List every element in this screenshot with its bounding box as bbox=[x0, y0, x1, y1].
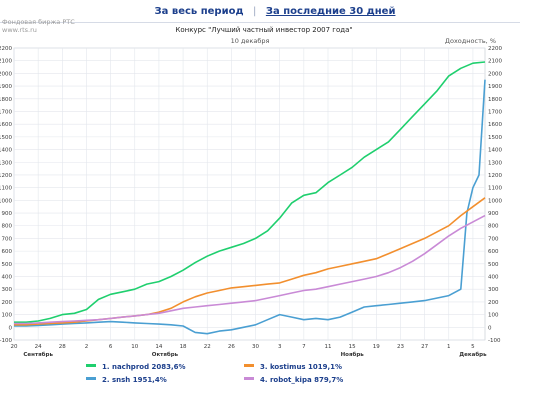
y-tick-label-left: 1100 bbox=[0, 186, 12, 192]
y-tick-label-right: 1000 bbox=[488, 198, 502, 204]
y-tick-label-right: 100 bbox=[488, 313, 499, 319]
x-tick-label: 26 bbox=[228, 344, 235, 350]
y-tick-label-left: 200 bbox=[2, 300, 13, 306]
legend: 1. nachprod 2083,6% 2. snsh 1951,4% 3. kos… bbox=[86, 363, 343, 384]
x-tick-label: 14 bbox=[155, 344, 162, 350]
x-month-label: Октябрь bbox=[152, 351, 179, 358]
y-tick-label-right: 200 bbox=[488, 300, 499, 306]
x-tick-label: 10 bbox=[131, 344, 138, 350]
legend-label: 1. nachprod 2083,6% bbox=[102, 363, 186, 371]
x-tick-label: 20 bbox=[11, 344, 18, 350]
x-month-label: Сентябрь bbox=[23, 351, 53, 358]
y-axis-label: Доходность, % bbox=[445, 37, 496, 45]
y-tick-label-left: 600 bbox=[2, 249, 13, 255]
y-tick-label-left: 1000 bbox=[0, 198, 12, 204]
x-tick-label: 23 bbox=[397, 344, 404, 350]
x-tick-label: 24 bbox=[35, 344, 42, 350]
y-tick-label-left: 2100 bbox=[0, 59, 12, 65]
chart-subtitle: 10 декабря bbox=[231, 37, 270, 45]
watermark-line1: Фондовая биржа РТС bbox=[2, 18, 75, 26]
y-tick-label-right: 600 bbox=[488, 249, 499, 255]
legend-swatch bbox=[86, 377, 96, 380]
x-tick-label: 15 bbox=[349, 344, 356, 350]
y-tick-label-left: 1300 bbox=[0, 160, 12, 166]
y-tick-label-right: 900 bbox=[488, 211, 499, 217]
legend-swatch bbox=[244, 364, 254, 367]
y-tick-label-left: 1600 bbox=[0, 122, 12, 128]
y-tick-label-left: 1900 bbox=[0, 84, 12, 90]
y-tick-label-left: 800 bbox=[2, 224, 13, 230]
y-tick-label-right: 400 bbox=[488, 275, 499, 281]
legend-swatch bbox=[244, 377, 254, 380]
y-tick-label-right: 1600 bbox=[488, 122, 502, 128]
chart-title: Конкурс "Лучший частный инвестор 2007 го… bbox=[175, 26, 352, 34]
y-tick-label-right: 1500 bbox=[488, 135, 502, 141]
y-tick-label-right: -100 bbox=[488, 338, 501, 344]
x-tick-label: 7 bbox=[302, 344, 306, 350]
y-tick-label-right: 1900 bbox=[488, 84, 502, 90]
x-tick-label: 6 bbox=[109, 344, 113, 350]
y-tick-label-left: 2000 bbox=[0, 71, 12, 77]
y-tick-label-right: 700 bbox=[488, 236, 499, 242]
y-tick-label-right: 1200 bbox=[488, 173, 502, 179]
y-tick-label-left: 900 bbox=[2, 211, 13, 217]
x-tick-label: 28 bbox=[59, 344, 66, 350]
legend-label: 2. snsh 1951,4% bbox=[102, 376, 167, 384]
legend-swatch bbox=[86, 364, 96, 367]
y-tick-label-left: 1500 bbox=[0, 135, 12, 141]
y-tick-label-left: 100 bbox=[2, 313, 13, 319]
x-tick-label: 3 bbox=[278, 344, 282, 350]
x-tick-label: 19 bbox=[373, 344, 380, 350]
y-tick-label-right: 2000 bbox=[488, 71, 502, 77]
watermark-line2: www.rts.ru bbox=[2, 26, 37, 34]
x-tick-label: 2 bbox=[85, 344, 89, 350]
y-tick-label-right: 2100 bbox=[488, 59, 502, 65]
y-tick-label-right: 500 bbox=[488, 262, 499, 268]
y-tick-label-right: 2200 bbox=[488, 46, 502, 52]
plot-area bbox=[13, 47, 486, 341]
y-tick-label-left: 1700 bbox=[0, 109, 12, 115]
x-tick-label: 1 bbox=[447, 344, 451, 350]
y-tick-label-right: 1700 bbox=[488, 109, 502, 115]
x-month-label: Ноябрь bbox=[341, 351, 365, 358]
x-tick-label: 30 bbox=[252, 344, 259, 350]
y-tick-label-left: 1800 bbox=[0, 97, 12, 103]
y-tick-label-left: 400 bbox=[2, 275, 13, 281]
y-tick-label-left: 300 bbox=[2, 287, 13, 293]
y-tick-label-right: 300 bbox=[488, 287, 499, 293]
y-tick-label-right: 1300 bbox=[488, 160, 502, 166]
x-tick-label: 18 bbox=[180, 344, 187, 350]
y-tick-label-right: 1100 bbox=[488, 186, 502, 192]
x-tick-label: 22 bbox=[204, 344, 211, 350]
y-tick-label-right: 0 bbox=[488, 325, 492, 331]
x-tick-label: 5 bbox=[471, 344, 475, 350]
x-tick-label: 11 bbox=[325, 344, 332, 350]
y-tick-label-left: 700 bbox=[2, 236, 13, 242]
y-tick-label-left: 1200 bbox=[0, 173, 12, 179]
y-tick-label-left: 0 bbox=[9, 325, 13, 331]
legend-label: 3. kostimus 1019,1% bbox=[260, 363, 342, 371]
y-tick-label-right: 1800 bbox=[488, 97, 502, 103]
y-tick-label-right: 1400 bbox=[488, 148, 502, 154]
y-tick-label-right: 800 bbox=[488, 224, 499, 230]
x-tick-label: 27 bbox=[421, 344, 428, 350]
y-tick-label-left: 2200 bbox=[0, 46, 12, 52]
legend-label: 4. robot_kipa 879,7% bbox=[260, 376, 343, 384]
y-tick-label-left: 500 bbox=[2, 262, 13, 268]
y-tick-label-left: 1400 bbox=[0, 148, 12, 154]
chart-container: Фондовая биржа РТС www.rts.ru Конкурс "Л… bbox=[0, 18, 502, 384]
x-month-label: Декабрь bbox=[459, 351, 487, 358]
grid bbox=[13, 47, 486, 341]
